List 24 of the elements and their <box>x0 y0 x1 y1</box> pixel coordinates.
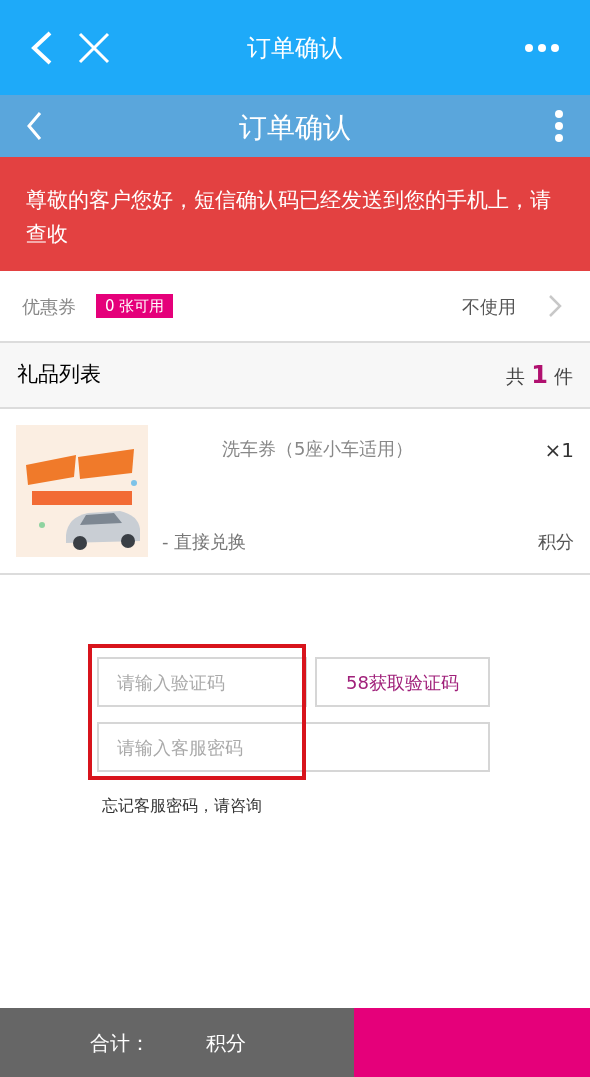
section-title: 礼品列表 <box>17 361 101 389</box>
back-icon[interactable] <box>26 111 42 141</box>
total-label: 合计： <box>90 1029 150 1057</box>
item-count: 共 1 件 <box>506 360 573 391</box>
exchange-method: - 直接兑换 <box>162 530 248 554</box>
more-icon[interactable] <box>524 42 560 53</box>
notice-text: 尊敬的客户您好，短信确认码已经发送到您的手机上，请查收 <box>26 187 552 248</box>
back-icon[interactable] <box>30 30 54 65</box>
coupon-value: 不使用 <box>462 294 516 319</box>
coupon-label: 优惠券 <box>22 294 76 319</box>
get-code-button[interactable]: 58获取验证码 <box>315 657 490 707</box>
item-quantity: ×1 <box>544 437 574 464</box>
window-title: 订单确认 <box>247 34 343 62</box>
coupon-count-badge: 0 张可用 <box>96 293 174 319</box>
forgot-password-hint: 忘记客服密码，请咨询 <box>102 795 263 817</box>
chevron-right-icon <box>548 294 562 318</box>
service-password-field[interactable]: 请输入客服密码 <box>97 722 490 772</box>
item-name: 洗车券（5座小车适用） <box>222 437 415 461</box>
item-points: 积分 <box>538 530 574 554</box>
more-icon[interactable] <box>554 110 564 142</box>
total-value: 积分 <box>206 1029 246 1057</box>
close-icon[interactable] <box>78 31 110 64</box>
page-title: 订单确认 <box>239 111 351 144</box>
verification-code-field[interactable]: 请输入验证码 <box>97 657 307 707</box>
